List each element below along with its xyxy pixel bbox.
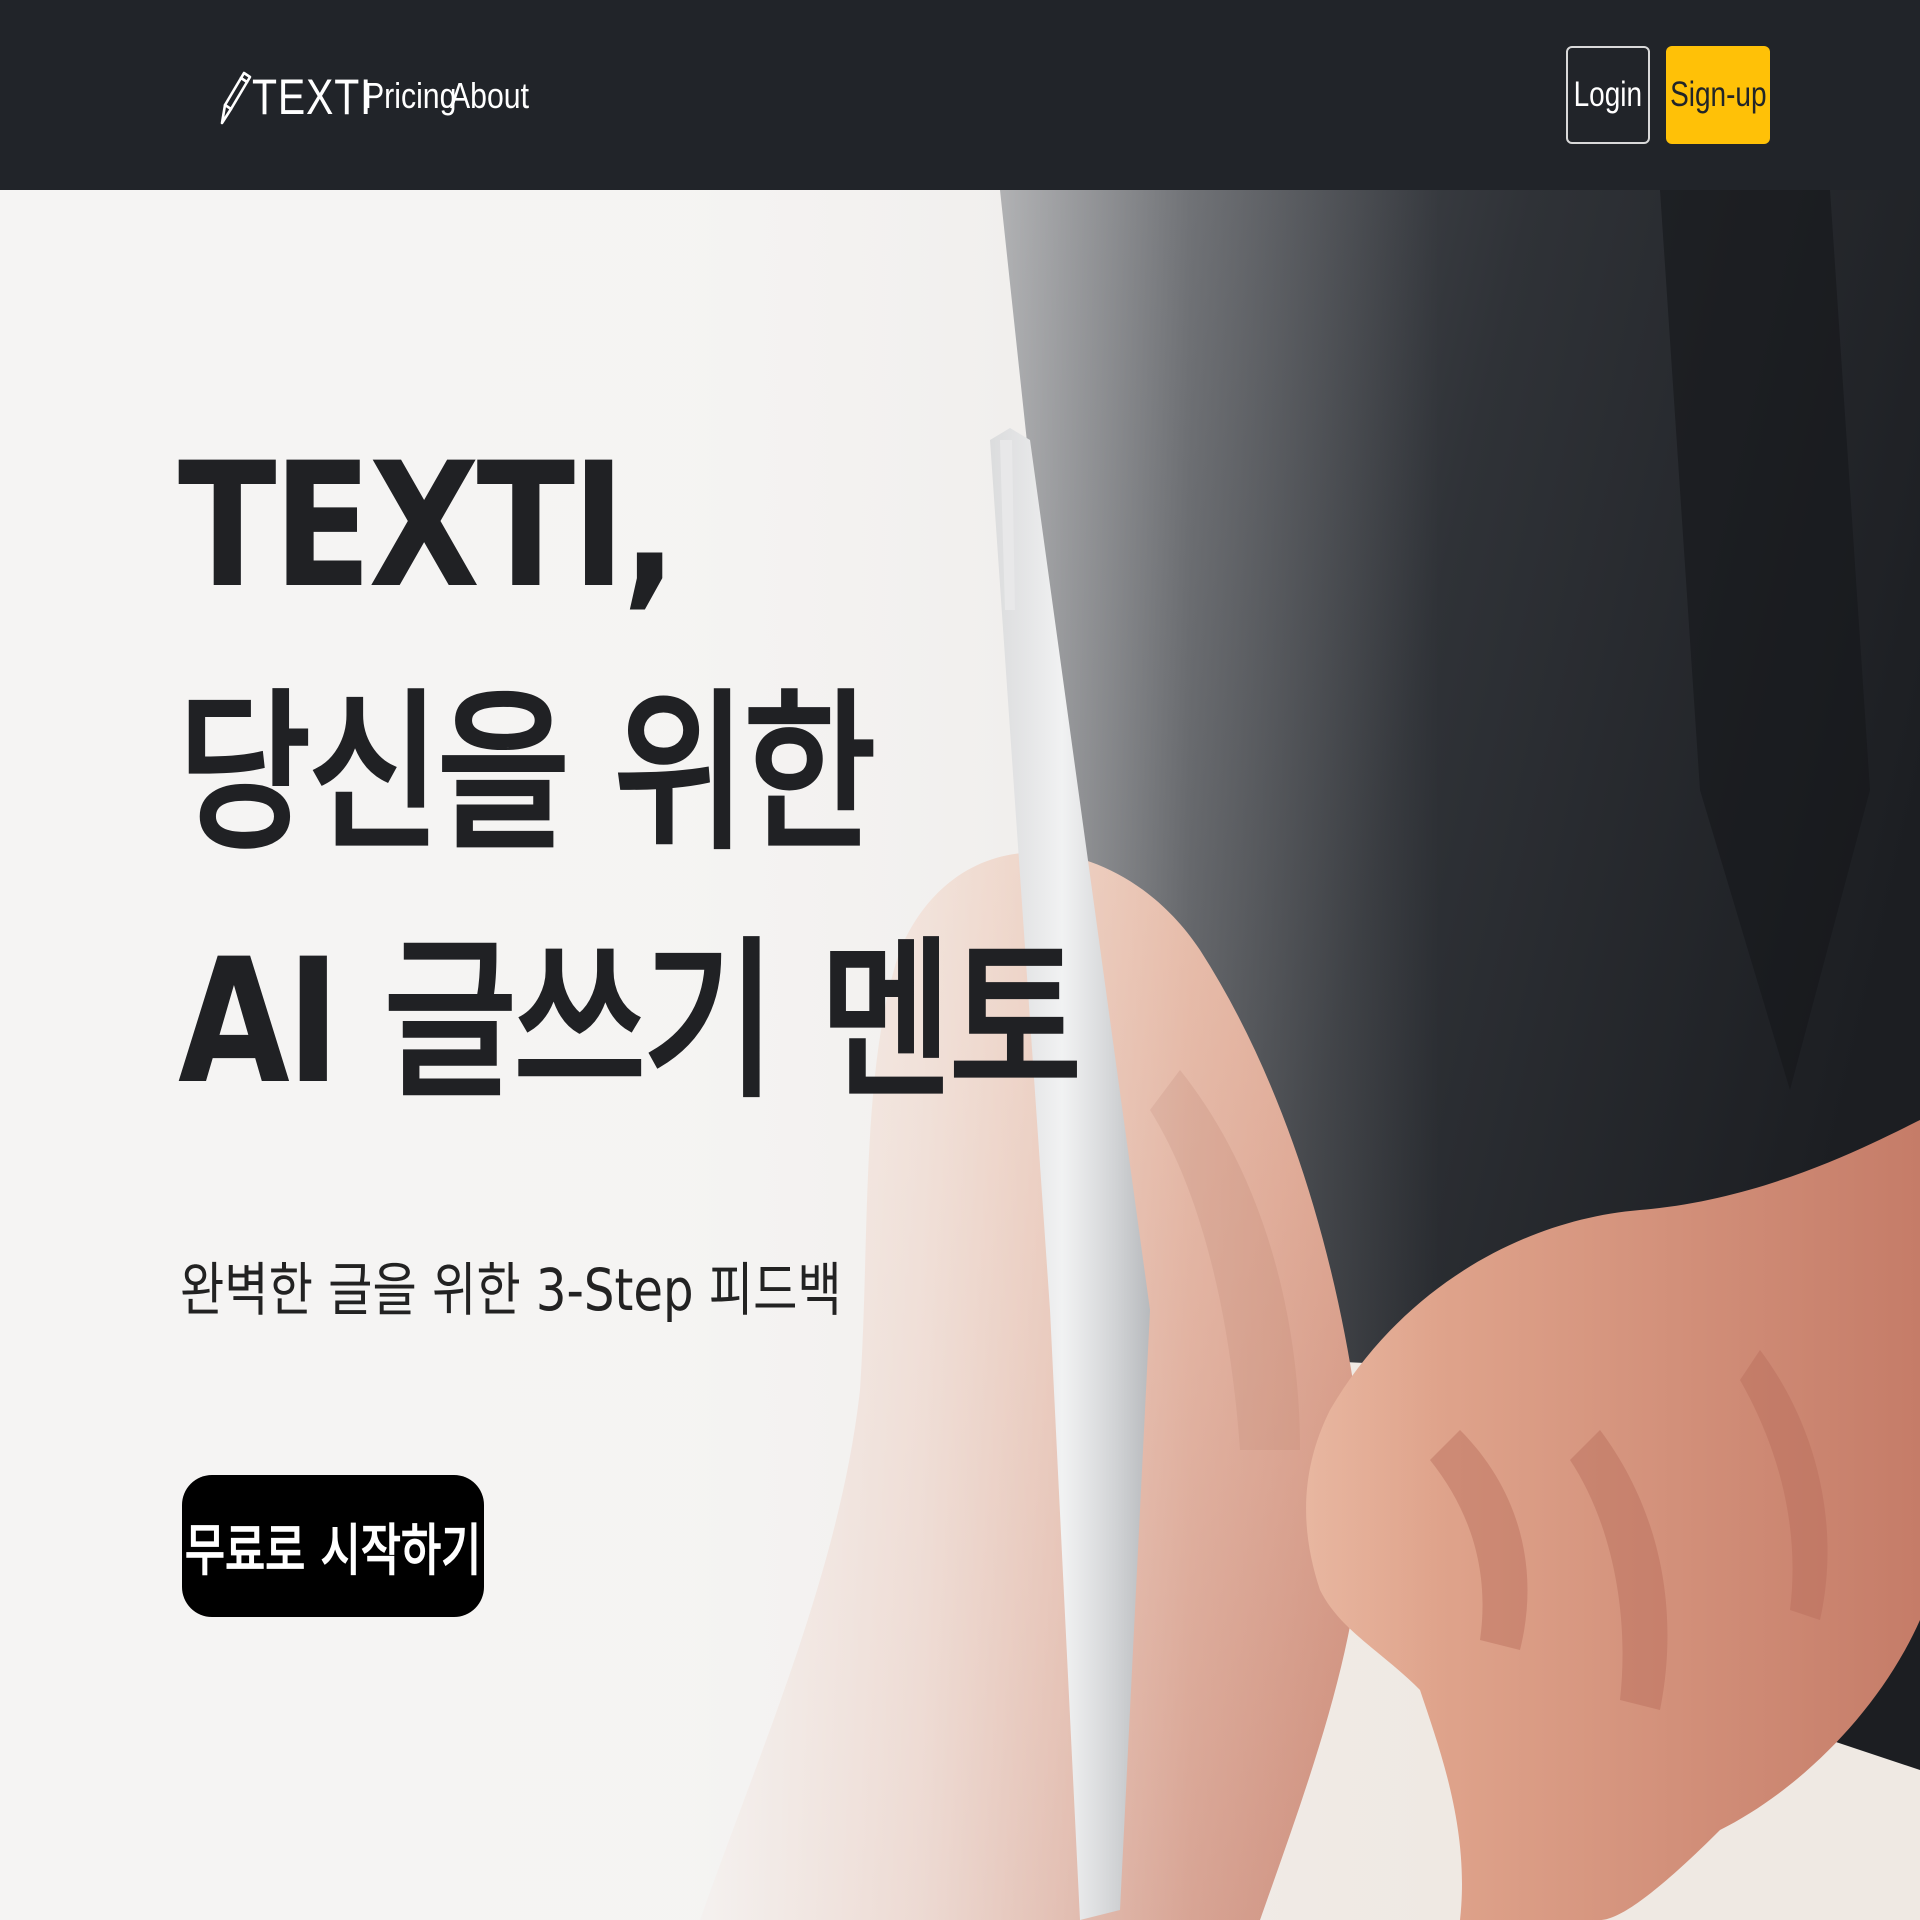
signup-button-label: Sign-up	[1669, 75, 1767, 114]
login-button-label: Login	[1573, 75, 1643, 114]
pencil-icon	[220, 71, 252, 125]
login-button[interactable]: Login	[1566, 46, 1650, 144]
nav-link-about[interactable]: About	[450, 74, 529, 118]
signup-button[interactable]: Sign-up	[1666, 46, 1770, 144]
hero-section: TEXTI, 당신을 위한 AI 글쓰기 멘토 완벽한 글을 위한 3-Step…	[0, 190, 1920, 1920]
nav-link-pricing[interactable]: Pricing	[364, 74, 456, 118]
hero-title-line: 당신을 위한	[178, 673, 876, 874]
hero-title-line: AI 글쓰기 멘토	[178, 921, 1082, 1122]
hero-title: TEXTI, 당신을 위한 AI 글쓰기 멘토	[178, 402, 1082, 1146]
hero-title-line: TEXTI,	[178, 425, 677, 626]
start-free-button-label: 무료로 시작하기	[184, 1518, 482, 1584]
brand-name: TEXTI	[252, 69, 373, 125]
top-navbar: TEXTI Pricing About Login Sign-up	[0, 0, 1920, 190]
start-free-button[interactable]: 무료로 시작하기	[182, 1475, 484, 1617]
hero-subtitle: 완벽한 글을 위한 3-Step 피드백	[180, 1256, 842, 1324]
